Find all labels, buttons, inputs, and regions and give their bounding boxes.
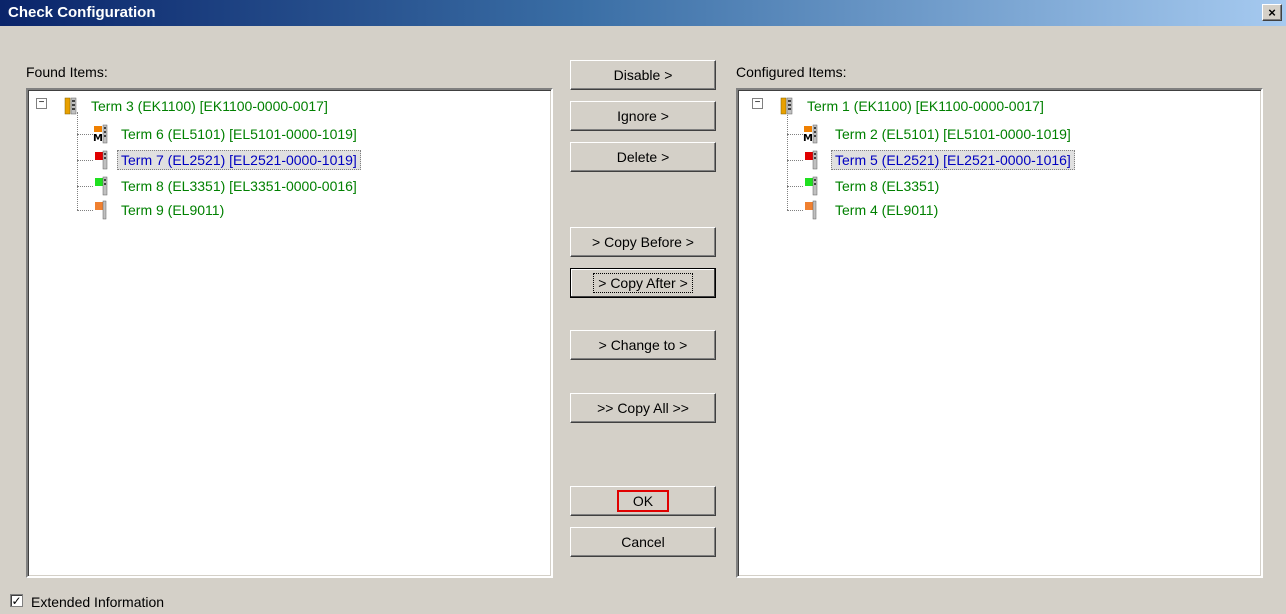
tree-item-label: Term 3 (EK1100) [EK1100-0000-0017] — [91, 98, 328, 114]
close-icon: × — [1268, 5, 1276, 20]
terminal-end-icon — [805, 200, 817, 220]
tree-item[interactable]: Term 3 (EK1100) [EK1100-0000-0017] — [64, 96, 331, 116]
checkmark-icon: ✓ — [11, 593, 22, 608]
coupler-icon — [64, 97, 77, 115]
cancel-button-label: Cancel — [621, 534, 665, 550]
tree-item[interactable]: Term 5 (EL2521) [EL2521-0000-1016] — [802, 150, 1075, 170]
delete-button[interactable]: Delete > — [570, 142, 716, 172]
terminal-orange-m-icon: M — [803, 124, 818, 144]
extended-info-checkbox[interactable]: ✓ — [10, 594, 23, 607]
title-bar: Check Configuration × — [0, 0, 1286, 26]
found-items-tree[interactable]: − Term 3 (EK1100) [EK1100-0000-0017] M T… — [26, 88, 553, 578]
copy-before-button[interactable]: > Copy Before > — [570, 227, 716, 257]
tree-item-label: Term 4 (EL9011) — [835, 202, 939, 218]
tree-item-label: Term 6 (EL5101) [EL5101-0000-1019] — [121, 126, 357, 142]
tree-item[interactable]: Term 7 (EL2521) [EL2521-0000-1019] — [92, 150, 361, 170]
configured-items-tree[interactable]: − Term 1 (EK1100) [EK1100-0000-0017] M T… — [736, 88, 1263, 578]
svg-text:M: M — [93, 133, 103, 144]
tree-item[interactable]: M Term 2 (EL5101) [EL5101-0000-1019] — [802, 124, 1074, 144]
found-items-label: Found Items: — [26, 64, 108, 80]
tree-item-label: Term 8 (EL3351) [EL3351-0000-0016] — [121, 178, 357, 194]
copy-all-button[interactable]: >> Copy All >> — [570, 393, 716, 423]
tree-item[interactable]: Term 8 (EL3351) — [802, 176, 942, 196]
disable-button[interactable]: Disable > — [570, 60, 716, 90]
tree-item-label: Term 7 (EL2521) [EL2521-0000-1019] — [117, 150, 361, 170]
terminal-red-icon — [95, 150, 108, 170]
copy-before-button-label: > Copy Before > — [592, 234, 694, 250]
svg-text:M: M — [803, 133, 813, 144]
tree-item[interactable]: Term 9 (EL9011) — [92, 200, 227, 220]
copy-after-button-label: > Copy After > — [593, 273, 693, 293]
tree-item[interactable]: M Term 6 (EL5101) [EL5101-0000-1019] — [92, 124, 360, 144]
terminal-orange-m-icon: M — [93, 124, 108, 144]
extended-info-label[interactable]: Extended Information — [31, 594, 164, 610]
change-to-button[interactable]: > Change to > — [570, 330, 716, 360]
tree-item-label: Term 9 (EL9011) — [121, 202, 225, 218]
cancel-button[interactable]: Cancel — [570, 527, 716, 557]
delete-button-label: Delete > — [616, 149, 670, 165]
close-button[interactable]: × — [1262, 4, 1282, 21]
ignore-button[interactable]: Ignore > — [570, 101, 716, 131]
tree-item-label: Term 5 (EL2521) [EL2521-0000-1016] — [831, 150, 1075, 170]
copy-after-button[interactable]: > Copy After > — [570, 268, 716, 298]
ignore-button-label: Ignore > — [617, 108, 669, 124]
terminal-red-icon — [805, 150, 818, 170]
terminal-green-icon — [805, 176, 818, 196]
configured-items-label: Configured Items: — [736, 64, 847, 80]
ok-button[interactable]: OK — [570, 486, 716, 516]
collapse-icon[interactable]: − — [752, 98, 763, 109]
coupler-icon — [780, 97, 793, 115]
collapse-icon[interactable]: − — [36, 98, 47, 109]
tree-item-label: Term 2 (EL5101) [EL5101-0000-1019] — [835, 126, 1071, 142]
tree-item[interactable]: Term 1 (EK1100) [EK1100-0000-0017] — [780, 96, 1047, 116]
ok-button-label: OK — [616, 490, 670, 512]
terminal-green-icon — [95, 176, 108, 196]
window-title: Check Configuration — [8, 4, 156, 21]
tree-item-label: Term 1 (EK1100) [EK1100-0000-0017] — [807, 98, 1044, 114]
copy-all-button-label: >> Copy All >> — [597, 400, 689, 416]
terminal-end-icon — [95, 200, 107, 220]
tree-item-label: Term 8 (EL3351) — [835, 178, 940, 194]
tree-item[interactable]: Term 8 (EL3351) [EL3351-0000-0016] — [92, 176, 360, 196]
change-to-button-label: > Change to > — [598, 337, 688, 353]
tree-item[interactable]: Term 4 (EL9011) — [802, 200, 941, 220]
disable-button-label: Disable > — [613, 67, 673, 83]
